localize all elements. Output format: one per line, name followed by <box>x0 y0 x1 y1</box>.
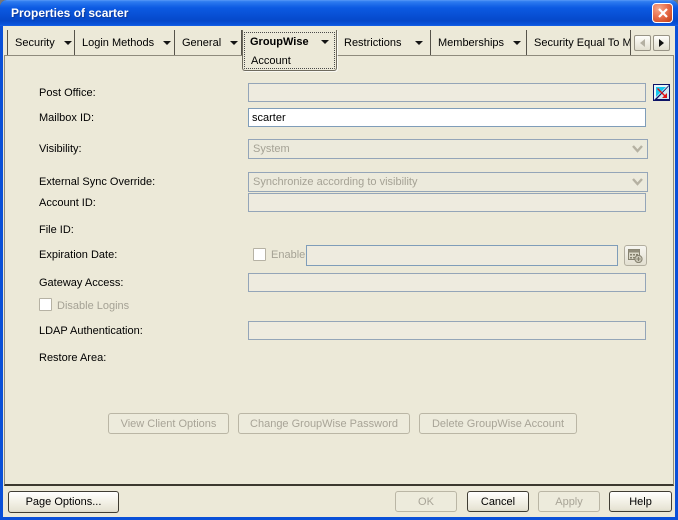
visibility-select: System <box>248 139 648 159</box>
mailbox-id-input[interactable] <box>248 108 646 127</box>
external-sync-override-label: External Sync Override: <box>39 176 156 188</box>
external-sync-override-row: External Sync Override: Synchronize acco… <box>5 172 673 193</box>
mailbox-id-label: Mailbox ID: <box>39 112 95 124</box>
ok-button: OK <box>395 491 457 512</box>
ldap-authentication-field <box>248 321 646 340</box>
visibility-label: Visibility: <box>39 143 82 155</box>
tab-strip: Security Login Methods General GroupWise… <box>7 30 633 71</box>
groupwise-account-page: Post Office: Mailbox ID: Visibility: <box>4 55 674 486</box>
dialog-client-area: Security Login Methods General GroupWise… <box>3 26 675 517</box>
tab-security[interactable]: Security <box>7 30 75 55</box>
tab-login-methods[interactable]: Login Methods <box>75 30 175 55</box>
expiration-date-label: Expiration Date: <box>39 249 118 261</box>
file-id-label: File ID: <box>39 224 74 236</box>
close-button[interactable] <box>652 3 673 23</box>
help-button[interactable]: Help <box>609 491 672 512</box>
tab-groupwise-active[interactable]: GroupWise Account <box>242 30 337 71</box>
post-office-label: Post Office: <box>39 87 96 99</box>
external-sync-override-select: Synchronize according to visibility <box>248 172 648 192</box>
tab-security-equal-to-me[interactable]: Security Equal To Me <box>527 30 631 55</box>
expiration-date-row: Expiration Date: Enable <box>5 245 673 267</box>
view-client-options-button: View Client Options <box>108 413 229 434</box>
browse-directory-icon[interactable] <box>653 84 670 101</box>
page-options-button[interactable]: Page Options... <box>8 491 119 513</box>
chevron-down-icon <box>63 40 72 45</box>
expiration-enable-checkbox <box>253 248 266 261</box>
tab-memberships[interactable]: Memberships <box>431 30 527 55</box>
arrow-right-icon <box>659 39 664 47</box>
account-id-row: Account ID: <box>5 193 673 213</box>
chevron-down-icon <box>321 40 329 44</box>
restore-area-row: Restore Area: <box>5 348 673 366</box>
expiration-enable-label: Enable <box>271 249 306 261</box>
chevron-down-icon <box>630 175 645 189</box>
tab-restrictions[interactable]: Restrictions <box>337 30 431 55</box>
cancel-button[interactable]: Cancel <box>467 491 529 512</box>
ldap-authentication-label: LDAP Authentication: <box>39 325 143 337</box>
tab-scroll-right-button[interactable] <box>653 35 670 51</box>
arrow-left-icon <box>640 39 645 47</box>
chevron-down-icon <box>513 40 522 45</box>
disable-logins-row: Disable Logins <box>5 296 673 314</box>
gateway-access-label: Gateway Access: <box>39 277 124 289</box>
pick-date-button <box>624 245 647 266</box>
tab-scroll-left-button <box>634 35 651 51</box>
disable-logins-label: Disable Logins <box>57 300 130 312</box>
dialog-footer: Page Options... OK Cancel Apply Help <box>3 486 675 517</box>
disable-logins-checkbox <box>39 298 52 311</box>
properties-dialog: Properties of scarter Security Login Met… <box>0 0 678 520</box>
account-id-field <box>248 193 646 212</box>
title-bar: Properties of scarter <box>0 0 678 26</box>
post-office-field <box>248 83 646 102</box>
expiration-date-field <box>306 245 618 266</box>
mailbox-id-row: Mailbox ID: <box>5 108 673 128</box>
account-id-label: Account ID: <box>39 197 96 209</box>
gateway-access-row: Gateway Access: <box>5 273 673 293</box>
delete-groupwise-account-button: Delete GroupWise Account <box>419 413 577 434</box>
calendar-icon <box>628 248 643 263</box>
chevron-down-icon <box>415 40 423 45</box>
tab-scroll-buttons <box>634 35 670 51</box>
external-sync-override-value: Synchronize according to visibility <box>253 176 418 188</box>
tab-general[interactable]: General <box>175 30 242 55</box>
visibility-value: System <box>253 143 290 155</box>
change-groupwise-password-button: Change GroupWise Password <box>238 413 410 434</box>
window-title: Properties of scarter <box>11 6 129 20</box>
apply-button: Apply <box>538 491 600 512</box>
tab-groupwise-page-account[interactable]: Account <box>243 54 336 69</box>
chevron-down-icon <box>163 40 172 45</box>
gateway-access-field <box>248 273 646 292</box>
chevron-down-icon <box>230 40 239 45</box>
ldap-authentication-row: LDAP Authentication: <box>5 321 673 341</box>
restore-area-label: Restore Area: <box>39 352 107 364</box>
chevron-down-icon <box>630 142 645 156</box>
visibility-row: Visibility: System <box>5 139 673 160</box>
post-office-row: Post Office: <box>5 83 673 103</box>
file-id-row: File ID: <box>5 220 673 238</box>
account-actions-row: View Client Options Change GroupWise Pas… <box>5 413 673 435</box>
close-icon <box>657 8 668 18</box>
